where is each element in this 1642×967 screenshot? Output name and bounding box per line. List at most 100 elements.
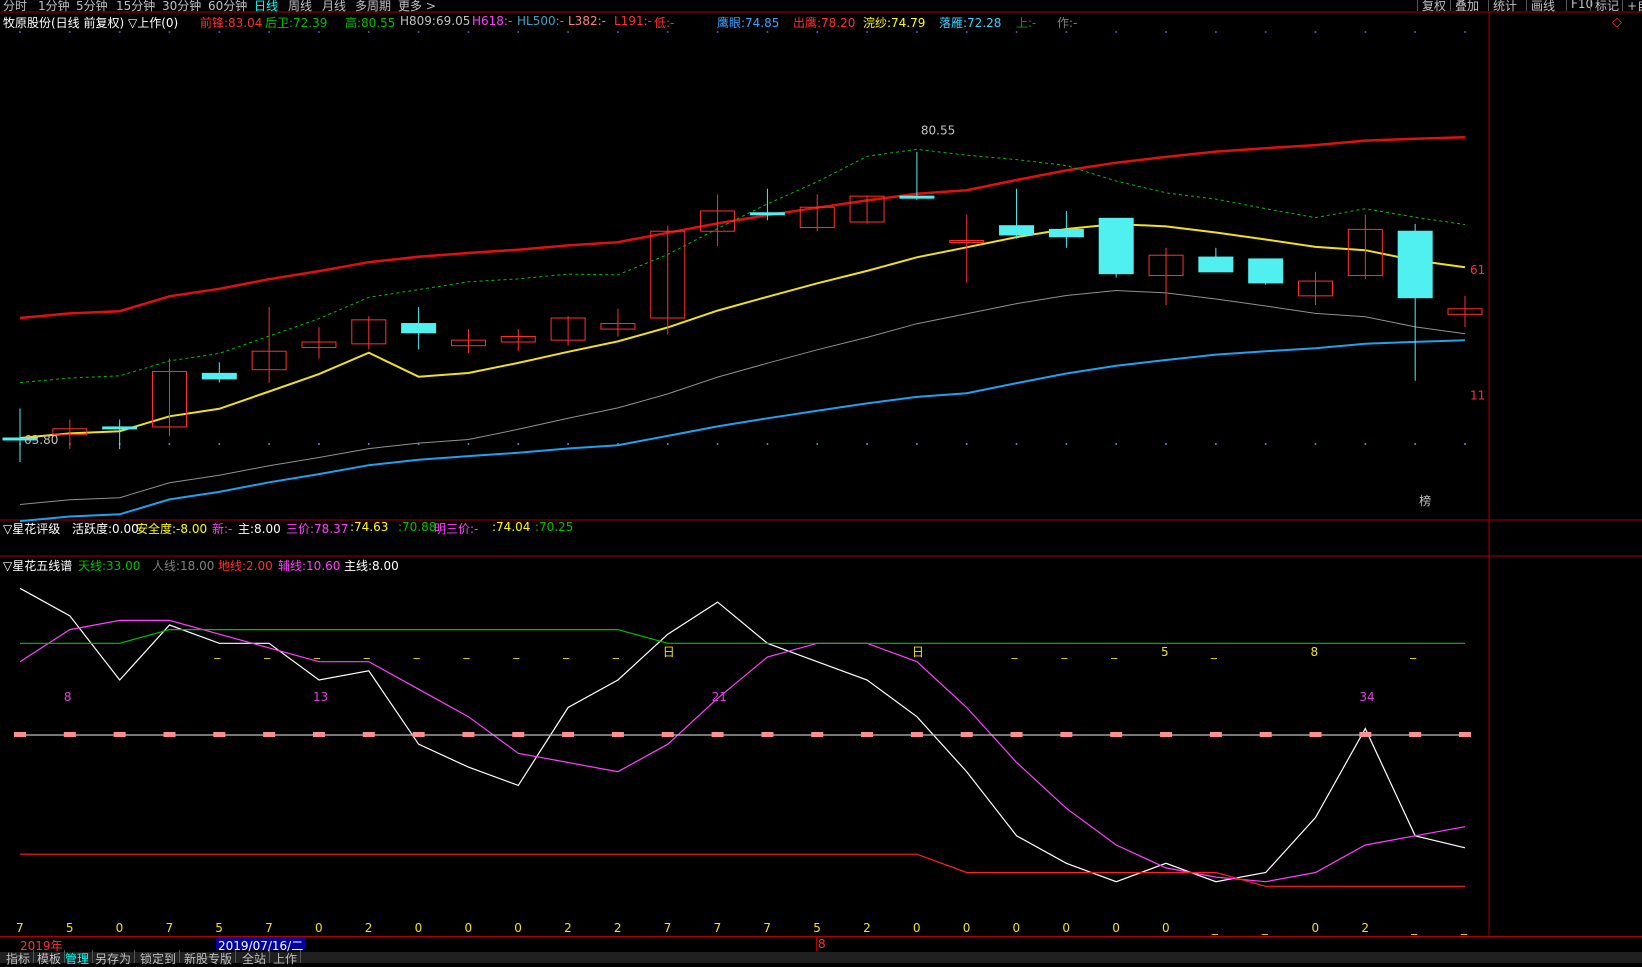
- top-dot-marker: [965, 31, 968, 33]
- chart-canvas[interactable]: 80.55 63.80 61 11 榜 _ _ _ _ _ _ _ _ _ 日 日 _ _ _ 5 _ 8 _ 8 13 21 34…: [0, 0, 1642, 963]
- baseline-marker: [412, 732, 425, 737]
- baseline-marker: [861, 732, 874, 737]
- bottom-dot-marker: [367, 443, 370, 445]
- tab-3[interactable]: 另存为: [92, 950, 136, 966]
- bottom-dot-marker: [1414, 443, 1417, 445]
- bottom-dot-marker: [766, 443, 769, 445]
- candle-body: [1397, 230, 1433, 299]
- bottom-label: _: [1261, 921, 1269, 935]
- top-label: _: [1011, 645, 1019, 659]
- baseline-marker: [512, 732, 525, 737]
- main-annotation: 榜: [1419, 493, 1431, 508]
- candle-body: [749, 212, 785, 216]
- baseline-marker: [910, 732, 923, 737]
- tab-2[interactable]: 管理: [62, 950, 94, 966]
- top-dot-marker: [1314, 31, 1317, 33]
- tab-0[interactable]: 指标: [3, 950, 35, 966]
- bottom-dot-marker: [1214, 443, 1217, 445]
- top-dot-marker: [866, 31, 869, 33]
- top-label: _: [363, 645, 371, 659]
- bottom-dot-marker: [1264, 443, 1267, 445]
- bottom-label: 5: [813, 921, 821, 935]
- top-dot-marker: [1115, 31, 1118, 33]
- top-label: _: [1110, 645, 1118, 659]
- baseline-marker: [1459, 732, 1471, 737]
- top-dot-marker: [1364, 31, 1367, 33]
- top-label: _: [263, 645, 271, 659]
- top-dot-marker: [68, 31, 71, 33]
- baseline-marker: [1259, 732, 1272, 737]
- bottom-label: _: [1460, 921, 1468, 935]
- bottom-label: 0: [1013, 921, 1021, 935]
- bottom-dot-marker: [567, 443, 570, 445]
- top-dot-marker: [766, 31, 769, 33]
- top-dot-marker: [19, 31, 21, 33]
- candle-body: [1248, 258, 1284, 284]
- baseline-marker: [63, 732, 76, 737]
- top-dot-marker: [317, 31, 320, 33]
- baseline-marker: [113, 732, 126, 737]
- top-dot-marker: [1015, 31, 1018, 33]
- tab-5[interactable]: 新股专版: [181, 950, 237, 966]
- bottom-label: 7: [714, 921, 722, 935]
- baseline-marker: [611, 732, 624, 737]
- bottom-label: 2: [365, 921, 373, 935]
- tab-7[interactable]: 上作: [270, 950, 302, 966]
- top-dot-marker: [1264, 31, 1267, 33]
- tab-1[interactable]: 模板: [34, 950, 66, 966]
- date-marker: 8: [816, 937, 826, 951]
- bottom-label: _: [1211, 921, 1219, 935]
- bottom-label: 7: [265, 921, 273, 935]
- mid-label: 13: [313, 690, 328, 704]
- bottom-label: 0: [464, 921, 472, 935]
- bottom-dot-marker: [816, 443, 819, 445]
- top-label: _: [512, 645, 520, 659]
- bottom-label: 0: [116, 921, 124, 935]
- top-dot-marker: [417, 31, 420, 33]
- bottom-dot-marker: [915, 443, 918, 445]
- top-dot-marker: [666, 31, 669, 33]
- bottom-label: 0: [315, 921, 323, 935]
- candle-body: [899, 195, 935, 199]
- bottom-dot-marker: [666, 443, 669, 445]
- lower-band-line: [19, 339, 1466, 523]
- top-label: _: [612, 645, 620, 659]
- bottom-dot-marker: [1065, 443, 1068, 445]
- baseline-marker: [263, 732, 276, 737]
- main-annotation: 63.80: [24, 433, 58, 447]
- bottom-label: 2: [863, 921, 871, 935]
- bottom-label: 0: [913, 921, 921, 935]
- tab-6[interactable]: 全站: [239, 950, 271, 966]
- top-label: 日: [912, 645, 924, 659]
- baseline-marker: [661, 732, 674, 737]
- top-label: 日: [663, 645, 675, 659]
- series-line-天线: [20, 628, 1465, 644]
- top-dot-marker: [567, 31, 570, 33]
- top-label: _: [313, 645, 321, 659]
- baseline-marker: [811, 732, 824, 737]
- top-label: 8: [1311, 645, 1319, 659]
- candle-body: [999, 225, 1035, 236]
- bottom-dot-marker: [1165, 443, 1168, 445]
- top-dot-marker: [168, 31, 171, 33]
- bottom-dot-marker: [965, 443, 968, 445]
- top-label: _: [1210, 645, 1218, 659]
- bottom-label: 0: [1162, 921, 1170, 935]
- top-label: _: [562, 645, 570, 659]
- candle-body: [401, 323, 437, 334]
- tab-4[interactable]: 锁定到: [137, 950, 181, 966]
- top-dot-marker: [1464, 31, 1466, 33]
- bottom-label: 2: [614, 921, 622, 935]
- bottom-label: _: [1410, 921, 1418, 935]
- top-dot-marker: [1214, 31, 1217, 33]
- bottom-label: 7: [763, 921, 771, 935]
- bottom-label: 2: [1361, 921, 1369, 935]
- top-dot-marker: [1065, 31, 1068, 33]
- bottom-label: 7: [165, 921, 173, 935]
- baseline-marker: [1209, 732, 1222, 737]
- bottom-dot-marker: [1314, 443, 1317, 445]
- bottom-label: 0: [415, 921, 423, 935]
- bottom-dot-marker: [866, 443, 869, 445]
- baseline-marker: [1309, 732, 1322, 737]
- series-line-地线: [20, 853, 1465, 887]
